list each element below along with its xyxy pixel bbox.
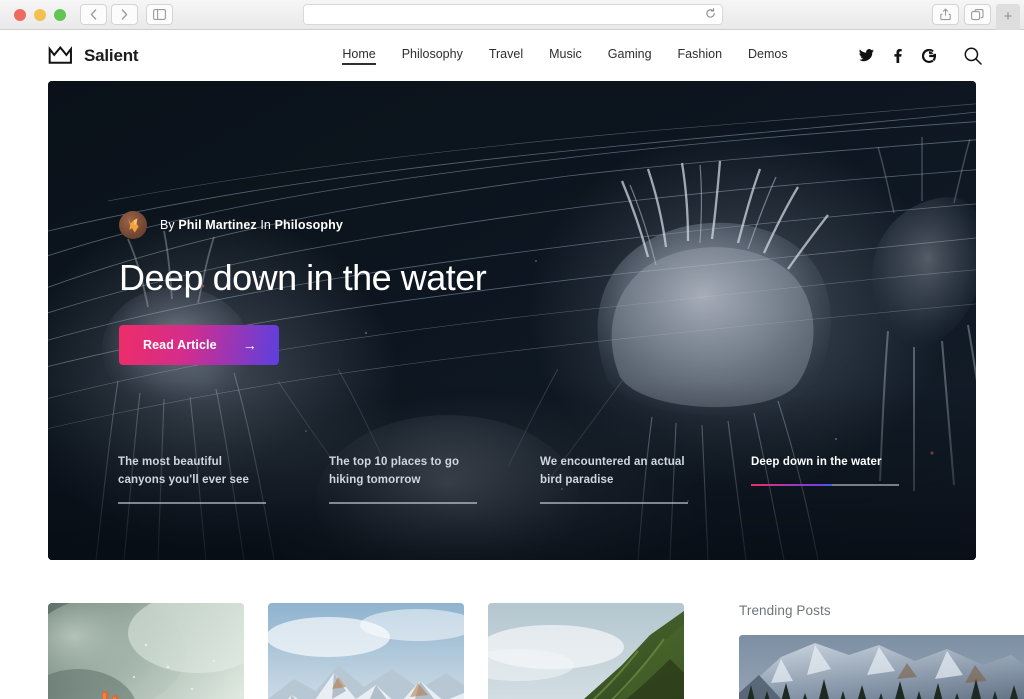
hero-slide-title: We encountered an actual bird paradise [540,456,685,486]
arrow-right-icon: → [242,337,257,353]
main-navigation: Home Philosophy Travel Music Gaming Fash… [342,47,788,65]
sidebar-icon [153,9,166,20]
nav-item-home[interactable]: Home [342,47,377,65]
trending-posts-section: Trending Posts [739,603,1024,699]
nav-item-music[interactable]: Music [549,47,582,65]
browser-chrome: + [0,0,1024,30]
forward-button[interactable] [111,4,138,25]
hero-slide-2[interactable]: The top 10 places to go hiking tomorrow [329,453,540,504]
misty-forest-hand-photo [48,603,244,699]
read-article-button[interactable]: Read Article → [119,325,279,365]
hero-slide-progress-track[interactable] [329,502,477,504]
hero-title: Deep down in the water [119,257,487,298]
search-icon[interactable] [964,47,982,65]
article-card-2[interactable] [268,603,464,699]
article-card-3[interactable] [488,603,684,699]
brand-name: Salient [84,45,139,65]
navigation-buttons [80,4,138,25]
reload-icon[interactable] [705,8,716,21]
reload-glyph [706,8,715,18]
magnifier-glyph [964,47,982,65]
hero-byline-text: By Phil Martinez In Philosophy [160,218,343,232]
tabs-icon [971,8,984,20]
hero-slide-4[interactable]: Deep down in the water [751,453,962,504]
byline-mid: In [260,218,271,232]
hero-slider[interactable]: By Phil Martinez In Philosophy Deep down… [48,81,976,560]
nav-item-travel[interactable]: Travel [489,47,523,65]
read-article-label: Read Article [143,338,217,352]
avatar [119,211,147,239]
snowy-mountain-range-photo [268,603,464,699]
facebook-f-glyph [894,48,902,63]
header-social-icons [859,47,982,65]
fox-avatar-icon [127,217,139,233]
nav-item-gaming[interactable]: Gaming [608,47,652,65]
address-bar[interactable] [303,4,723,25]
facebook-icon[interactable] [894,48,902,63]
google-g-glyph [922,48,936,63]
maximize-window-button[interactable] [54,8,66,21]
window-controls [6,8,66,21]
hero-slide-progress-fill [751,484,833,486]
google-icon[interactable] [922,48,936,63]
site-header: Salient Home Philosophy Travel Music Gam… [0,30,1024,81]
chevron-right-icon [121,9,128,20]
mountain-pine-forest-photo [739,635,1024,699]
share-button[interactable] [932,4,959,25]
hero-slide-progress-track[interactable] [540,502,688,504]
byline-prefix: By [160,218,175,232]
hero-slide-progress-track[interactable] [751,484,899,486]
trending-post-card[interactable] [739,635,1024,699]
chrome-right-controls: + [932,3,1020,30]
hero-slide-title: The top 10 places to go hiking tomorrow [329,456,460,486]
toggle-sidebar-button[interactable] [146,4,173,25]
hero-section-wrapper: By Phil Martinez In Philosophy Deep down… [0,81,1024,560]
close-window-button[interactable] [14,8,26,21]
nav-item-fashion[interactable]: Fashion [678,47,722,65]
green-mossy-cliff-photo [488,603,684,699]
new-tab-button[interactable]: + [996,3,1020,30]
byline-author[interactable]: Phil Martinez [178,218,256,232]
hero-slide-title: The most beautiful canyons you'll ever s… [118,456,249,486]
crown-icon [48,46,72,64]
hero-content: By Phil Martinez In Philosophy Deep down… [119,211,487,365]
byline-category[interactable]: Philosophy [275,218,343,232]
hero-slide-title: Deep down in the water [751,456,882,468]
hero-slide-strip: The most beautiful canyons you'll ever s… [118,453,928,504]
tab-overview-button[interactable] [964,4,991,25]
nav-item-demos[interactable]: Demos [748,47,788,65]
chevron-left-icon [90,9,97,20]
hero-slide-progress-track[interactable] [118,502,266,504]
hero-slide-3[interactable]: We encountered an actual bird paradise [540,453,751,504]
article-card-grid [48,603,684,699]
hero-slide-1[interactable]: The most beautiful canyons you'll ever s… [118,453,329,504]
twitter-bird-glyph [859,49,874,62]
minimize-window-button[interactable] [34,8,46,21]
share-icon [940,8,951,21]
back-button[interactable] [80,4,107,25]
article-card-1[interactable] [48,603,244,699]
brand-logo[interactable]: Salient [48,45,139,66]
trending-posts-heading: Trending Posts [739,603,831,618]
twitter-icon[interactable] [859,49,874,62]
bottom-section: Trending Posts [0,560,1024,699]
nav-item-philosophy[interactable]: Philosophy [402,47,463,65]
hero-byline: By Phil Martinez In Philosophy [119,211,486,239]
